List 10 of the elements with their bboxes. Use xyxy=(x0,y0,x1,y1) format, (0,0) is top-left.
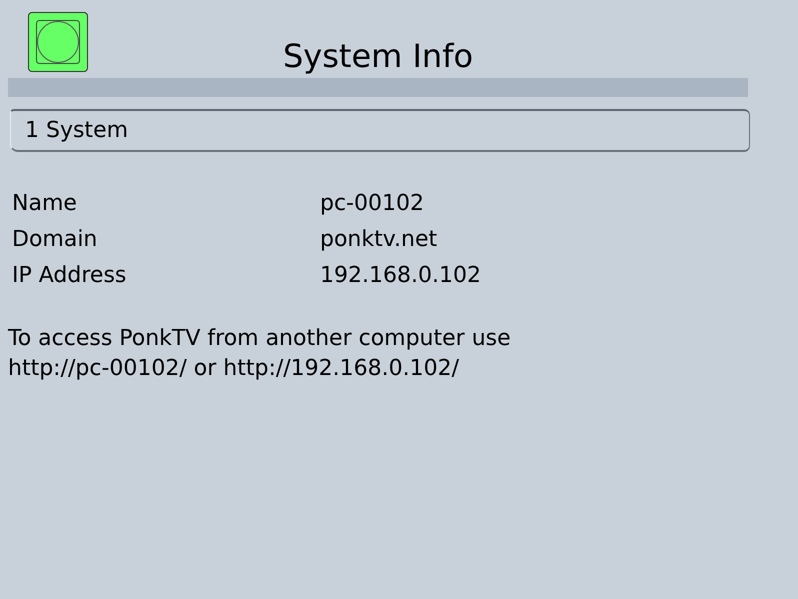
section-header[interactable]: 1 System xyxy=(10,109,750,152)
field-label: Domain xyxy=(12,226,98,254)
access-note: To access PonkTV from another computer use http://pc-00102/ or http://192.168.0.102/ xyxy=(8,325,512,383)
field-value: 192.168.0.102 xyxy=(320,262,482,290)
field-label: IP Address xyxy=(12,262,128,290)
status-light-button[interactable] xyxy=(28,12,88,72)
field-value: pc-00102 xyxy=(320,190,425,218)
field-value: ponktv.net xyxy=(320,226,438,254)
page-title: System Info xyxy=(282,36,474,76)
field-label: Name xyxy=(12,190,78,218)
